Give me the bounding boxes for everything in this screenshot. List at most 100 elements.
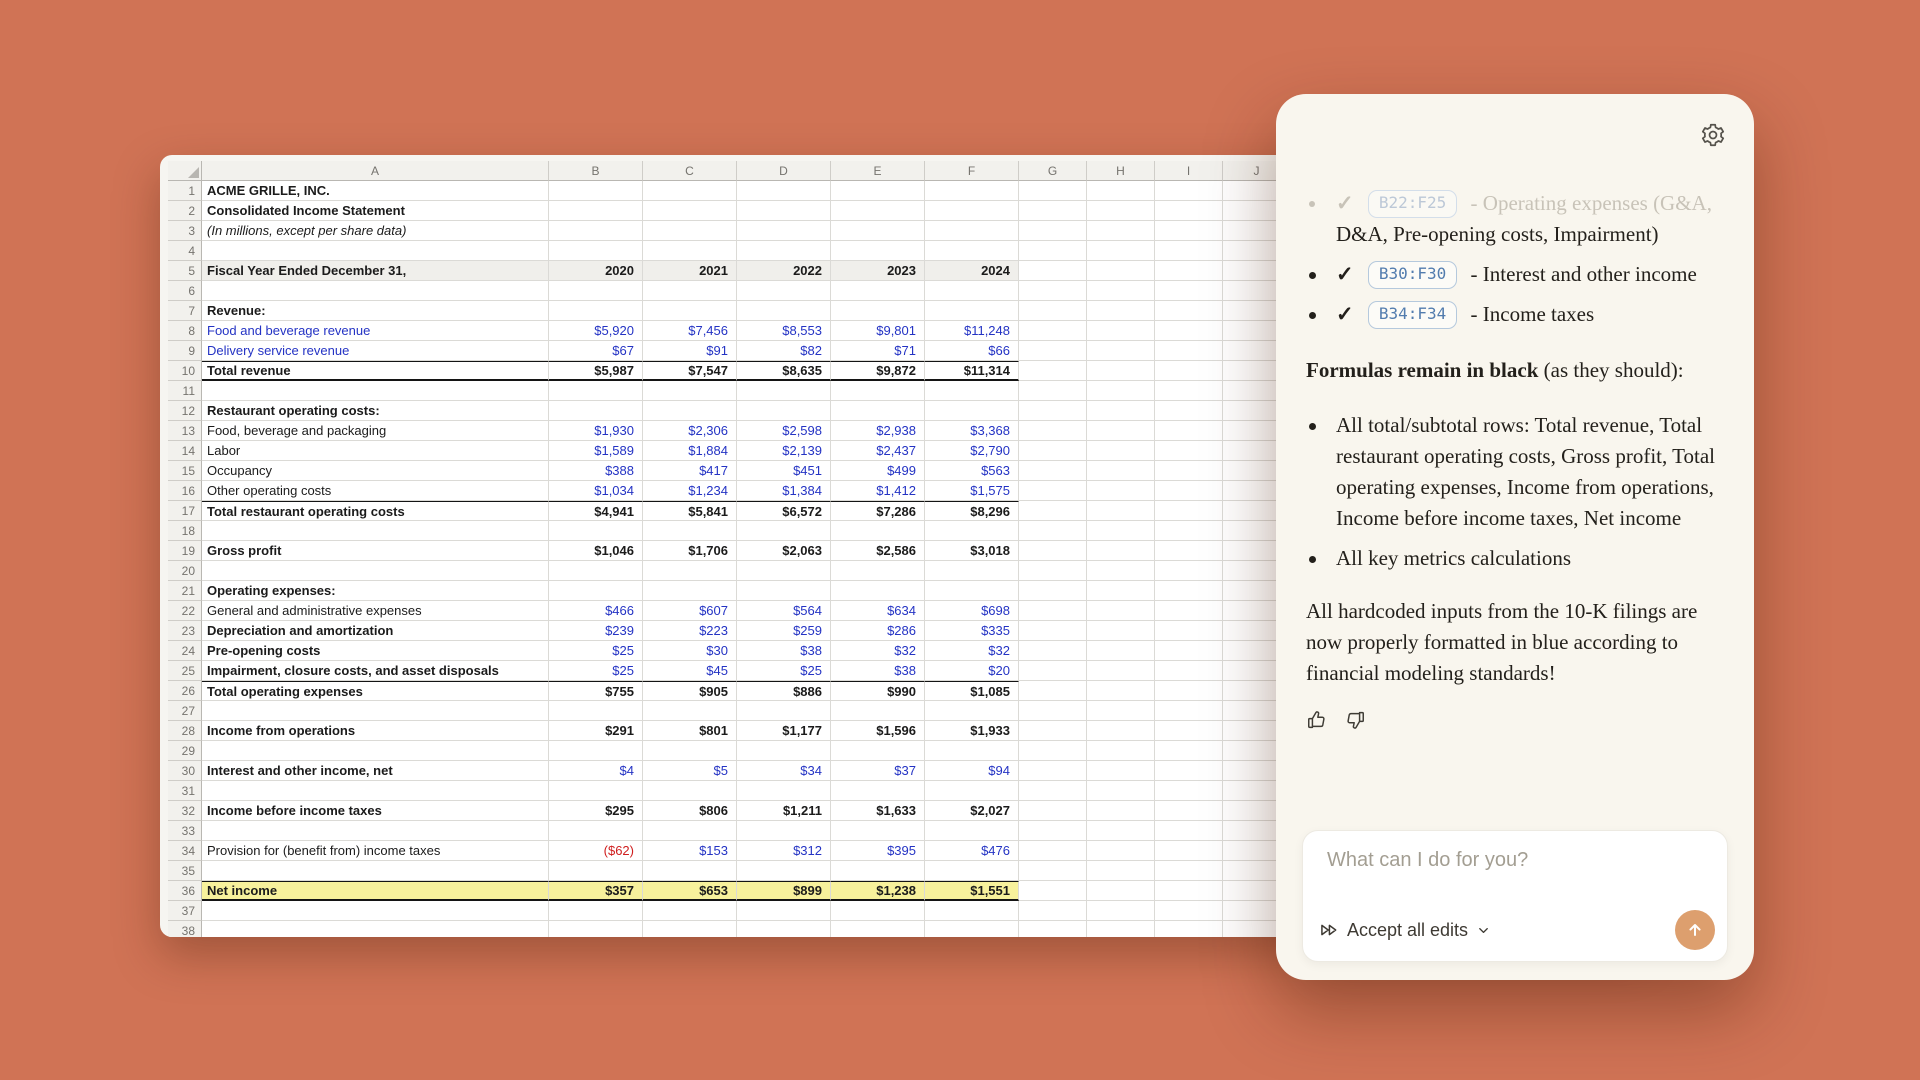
cell-C12[interactable] bbox=[643, 401, 737, 421]
cell-E19[interactable]: $2,586 bbox=[831, 541, 925, 561]
cell-B22[interactable]: $466 bbox=[549, 601, 643, 621]
cell-B21[interactable] bbox=[549, 581, 643, 601]
settings-gear-icon[interactable] bbox=[1700, 122, 1726, 148]
cell-E18[interactable] bbox=[831, 521, 925, 541]
cell-E34[interactable]: $395 bbox=[831, 841, 925, 861]
cell-F18[interactable] bbox=[925, 521, 1019, 541]
cell-A3[interactable]: (In millions, except per share data) bbox=[202, 221, 549, 241]
cell-B11[interactable] bbox=[549, 381, 643, 401]
cell-H4[interactable] bbox=[1087, 241, 1155, 261]
row-header-30[interactable]: 30 bbox=[168, 761, 202, 781]
cell-E6[interactable] bbox=[831, 281, 925, 301]
cell-H16[interactable] bbox=[1087, 481, 1155, 501]
row-header-25[interactable]: 25 bbox=[168, 661, 202, 681]
cell-G6[interactable] bbox=[1019, 281, 1087, 301]
cell-H11[interactable] bbox=[1087, 381, 1155, 401]
cell-E32[interactable]: $1,633 bbox=[831, 801, 925, 821]
cell-F8[interactable]: $11,248 bbox=[925, 321, 1019, 341]
cell-A18[interactable] bbox=[202, 521, 549, 541]
cell-D26[interactable]: $886 bbox=[737, 681, 831, 701]
row-header-18[interactable]: 18 bbox=[168, 521, 202, 541]
cell-I10[interactable] bbox=[1155, 361, 1223, 381]
cell-A38[interactable] bbox=[202, 921, 549, 937]
cell-C36[interactable]: $653 bbox=[643, 881, 737, 901]
cell-G36[interactable] bbox=[1019, 881, 1087, 901]
cell-A4[interactable] bbox=[202, 241, 549, 261]
row-header-6[interactable]: 6 bbox=[168, 281, 202, 301]
cell-A5[interactable]: Fiscal Year Ended December 31, bbox=[202, 261, 549, 281]
row-header-16[interactable]: 16 bbox=[168, 481, 202, 501]
cell-H21[interactable] bbox=[1087, 581, 1155, 601]
cell-C37[interactable] bbox=[643, 901, 737, 921]
cell-B20[interactable] bbox=[549, 561, 643, 581]
cell-G15[interactable] bbox=[1019, 461, 1087, 481]
cell-E5[interactable]: 2023 bbox=[831, 261, 925, 281]
column-header-F[interactable]: F bbox=[925, 161, 1019, 181]
cell-D31[interactable] bbox=[737, 781, 831, 801]
cell-F24[interactable]: $32 bbox=[925, 641, 1019, 661]
cell-B15[interactable]: $388 bbox=[549, 461, 643, 481]
cell-D18[interactable] bbox=[737, 521, 831, 541]
cell-A6[interactable] bbox=[202, 281, 549, 301]
cell-A10[interactable]: Total revenue bbox=[202, 361, 549, 381]
cell-H37[interactable] bbox=[1087, 901, 1155, 921]
cell-F13[interactable]: $3,368 bbox=[925, 421, 1019, 441]
cell-F29[interactable] bbox=[925, 741, 1019, 761]
cell-C4[interactable] bbox=[643, 241, 737, 261]
cell-H7[interactable] bbox=[1087, 301, 1155, 321]
cell-G11[interactable] bbox=[1019, 381, 1087, 401]
cell-B4[interactable] bbox=[549, 241, 643, 261]
row-header-11[interactable]: 11 bbox=[168, 381, 202, 401]
cell-I22[interactable] bbox=[1155, 601, 1223, 621]
cell-I19[interactable] bbox=[1155, 541, 1223, 561]
cell-B3[interactable] bbox=[549, 221, 643, 241]
cell-C24[interactable]: $30 bbox=[643, 641, 737, 661]
column-header-D[interactable]: D bbox=[737, 161, 831, 181]
cell-E3[interactable] bbox=[831, 221, 925, 241]
cell-A31[interactable] bbox=[202, 781, 549, 801]
cell-I16[interactable] bbox=[1155, 481, 1223, 501]
cell-G13[interactable] bbox=[1019, 421, 1087, 441]
row-header-28[interactable]: 28 bbox=[168, 721, 202, 741]
cell-A21[interactable]: Operating expenses: bbox=[202, 581, 549, 601]
row-header-4[interactable]: 4 bbox=[168, 241, 202, 261]
cell-F12[interactable] bbox=[925, 401, 1019, 421]
cell-G14[interactable] bbox=[1019, 441, 1087, 461]
cell-D19[interactable]: $2,063 bbox=[737, 541, 831, 561]
cell-F20[interactable] bbox=[925, 561, 1019, 581]
cell-E33[interactable] bbox=[831, 821, 925, 841]
cell-G19[interactable] bbox=[1019, 541, 1087, 561]
cell-I7[interactable] bbox=[1155, 301, 1223, 321]
row-header-23[interactable]: 23 bbox=[168, 621, 202, 641]
cell-H29[interactable] bbox=[1087, 741, 1155, 761]
cell-E24[interactable]: $32 bbox=[831, 641, 925, 661]
cell-E31[interactable] bbox=[831, 781, 925, 801]
cell-D2[interactable] bbox=[737, 201, 831, 221]
column-header-C[interactable]: C bbox=[643, 161, 737, 181]
cell-I3[interactable] bbox=[1155, 221, 1223, 241]
cell-I17[interactable] bbox=[1155, 501, 1223, 521]
cell-E1[interactable] bbox=[831, 181, 925, 201]
cell-H13[interactable] bbox=[1087, 421, 1155, 441]
cell-H25[interactable] bbox=[1087, 661, 1155, 681]
cell-F17[interactable]: $8,296 bbox=[925, 501, 1019, 521]
cell-E38[interactable] bbox=[831, 921, 925, 937]
cell-B18[interactable] bbox=[549, 521, 643, 541]
cell-F10[interactable]: $11,314 bbox=[925, 361, 1019, 381]
cell-A35[interactable] bbox=[202, 861, 549, 881]
cell-F30[interactable]: $94 bbox=[925, 761, 1019, 781]
row-header-24[interactable]: 24 bbox=[168, 641, 202, 661]
cell-G5[interactable] bbox=[1019, 261, 1087, 281]
row-header-3[interactable]: 3 bbox=[168, 221, 202, 241]
cell-I4[interactable] bbox=[1155, 241, 1223, 261]
cell-C13[interactable]: $2,306 bbox=[643, 421, 737, 441]
cell-C2[interactable] bbox=[643, 201, 737, 221]
cell-B10[interactable]: $5,987 bbox=[549, 361, 643, 381]
cell-G17[interactable] bbox=[1019, 501, 1087, 521]
cell-G2[interactable] bbox=[1019, 201, 1087, 221]
row-header-5[interactable]: 5 bbox=[168, 261, 202, 281]
cell-I6[interactable] bbox=[1155, 281, 1223, 301]
row-header-29[interactable]: 29 bbox=[168, 741, 202, 761]
cell-B16[interactable]: $1,034 bbox=[549, 481, 643, 501]
cell-B28[interactable]: $291 bbox=[549, 721, 643, 741]
